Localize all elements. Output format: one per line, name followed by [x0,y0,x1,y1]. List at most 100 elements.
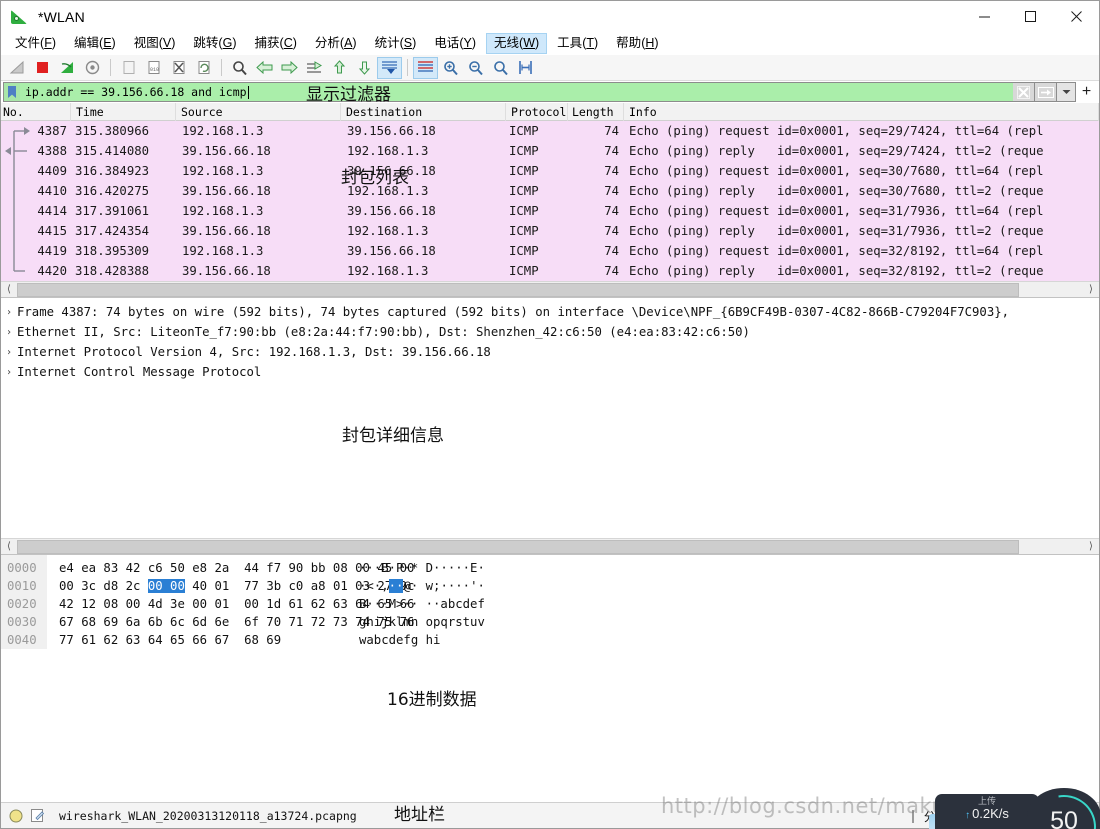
menu-item-telephony[interactable]: 电话(Y) [426,33,484,54]
menu-item-edit[interactable]: 编辑(E) [66,33,124,54]
bookmark-icon[interactable] [3,82,20,102]
column-header-info[interactable]: Info [624,103,1099,121]
find-packet-icon[interactable] [227,57,252,79]
column-header-source[interactable]: Source [176,103,341,121]
scroll-left-icon[interactable]: ⟨ [1,539,17,555]
start-capture-icon[interactable] [5,57,30,79]
table-row[interactable]: 4414 317.391061 192.168.1.3 39.156.66.18… [1,201,1099,221]
wireshark-window: *WLAN 文件(F) 编辑(E) 视图(V) 跳转(G) 捕获(C) 分析(A… [0,0,1100,829]
chevron-right-icon[interactable]: › [1,347,17,358]
scroll-right-icon[interactable]: ⟩ [1083,539,1099,555]
menu-item-tools[interactable]: 工具(T) [549,33,606,54]
cell-source: 39.156.66.18 [182,224,271,238]
menu-item-wireless[interactable]: 无线(W) [486,33,548,54]
column-header-time[interactable]: Time [71,103,176,121]
add-filter-button[interactable]: + [1076,82,1097,102]
menu-item-file-label: 文件 [15,36,41,50]
tree-row-frame[interactable]: › Frame 4387: 74 bytes on wire (592 bits… [1,302,1099,322]
menu-item-statistics[interactable]: 统计(S) [367,33,425,54]
table-row[interactable]: 4388 315.414080 39.156.66.18 192.168.1.3… [1,141,1099,161]
table-row[interactable]: 4420 318.428388 39.156.66.18 192.168.1.3… [1,261,1099,281]
reload-file-icon[interactable] [191,57,216,79]
hex-line[interactable]: e4 ea 83 42 c6 50 e8 2a 44 f7 90 bb 08 0… [59,559,485,577]
cell-info: Echo (ping) request id=0x0001, seq=31/793… [624,201,1044,221]
hscrollbar-track[interactable] [17,281,1083,297]
stop-capture-icon[interactable] [30,57,55,79]
hex-dump: 0000 0010 0020 0030 0040 e4 ea 83 42 c6 … [1,555,1099,649]
column-header-destination[interactable]: Destination [341,103,506,121]
go-first-packet-icon[interactable] [327,57,352,79]
hex-line[interactable]: 77 61 62 63 64 65 66 67 68 69 wabcdefg hi [59,631,485,649]
menu-item-help[interactable]: 帮助(H) [608,33,666,54]
chevron-right-icon[interactable]: › [1,307,17,318]
chevron-right-icon[interactable]: › [1,327,17,338]
column-header-no[interactable]: No. [1,103,71,121]
zoom-out-icon[interactable] [463,57,488,79]
menu-item-analyze[interactable]: 分析(A) [307,33,365,54]
hex-ascii: B···M>·· ··abcdef [359,597,485,611]
close-button[interactable] [1053,1,1099,32]
packet-list-hscrollbar[interactable]: ⟨ ⟩ [1,281,1099,297]
hex-ascii-selected[interactable]: ·· [388,579,404,593]
hex-line[interactable]: 67 68 69 6a 6b 6c 6d 6e 6f 70 71 72 73 7… [59,613,485,631]
hscrollbar-track[interactable] [17,538,1083,554]
packets-label: 分组: [923,809,952,824]
zoom-in-icon[interactable] [438,57,463,79]
go-to-packet-icon[interactable] [302,57,327,79]
table-row[interactable]: 4415 317.424354 39.156.66.18 192.168.1.3… [1,221,1099,241]
go-last-packet-icon[interactable] [352,57,377,79]
scroll-right-icon[interactable]: ⟩ [1083,282,1099,298]
display-filter-input[interactable]: ip.addr == 39.156.66.18 and icmp [20,82,1013,102]
maximize-button[interactable] [1007,1,1053,32]
yellow-circle-icon[interactable] [9,809,23,823]
hex-ascii: ghijklmn opqrstuv [359,615,485,629]
menu-item-analyze-accel: A [344,36,353,50]
capture-properties-icon[interactable] [30,808,45,823]
toolbar-separator [110,59,111,76]
open-file-icon[interactable] [116,57,141,79]
zoom-reset-icon[interactable] [488,57,513,79]
filter-history-dropdown[interactable] [1057,82,1076,102]
menu-item-go[interactable]: 跳转(G) [185,33,244,54]
scroll-left-icon[interactable]: ⟨ [1,282,17,298]
tree-row-icmp[interactable]: › Internet Control Message Protocol [1,362,1099,382]
capture-options-icon[interactable] [80,57,105,79]
clear-filter-button[interactable] [1013,82,1035,102]
apply-filter-button[interactable] [1035,82,1057,102]
table-row[interactable]: 4419 318.395309 192.168.1.3 39.156.66.18… [1,241,1099,261]
menu-item-capture[interactable]: 捕获(C) [247,33,305,54]
go-forward-icon[interactable] [277,57,302,79]
go-back-icon[interactable] [252,57,277,79]
minimize-button[interactable] [961,1,1007,32]
cell-protocol: ICMP [509,224,539,238]
tree-row-ethernet[interactable]: › Ethernet II, Src: LiteonTe_f7:90:bb (e… [1,322,1099,342]
close-file-icon[interactable] [166,57,191,79]
menu-item-file[interactable]: 文件(F) [7,33,64,54]
cell-destination: 192.168.1.3 [347,264,429,278]
packet-details-hscrollbar[interactable]: ⟨ ⟩ [1,538,1099,554]
cell-destination: 39.156.66.18 [347,164,436,178]
column-header-protocol[interactable]: Protocol [506,103,568,121]
table-row[interactable]: 4387 315.380966 192.168.1.3 39.156.66.18… [1,121,1099,141]
hex-line[interactable]: 00 3c d8 2c 00 00 40 01 77 3b c0 a8 01 0… [59,577,485,595]
tree-row-ipv4[interactable]: › Internet Protocol Version 4, Src: 192.… [1,342,1099,362]
hex-selected-bytes[interactable]: 00 00 [147,579,185,593]
cell-protocol: ICMP [509,184,539,198]
colorize-packets-icon[interactable] [413,56,438,79]
cell-info: Echo (ping) reply id=0x0001, seq=29/7424,… [624,141,1044,161]
table-row[interactable]: 4409 316.384923 192.168.1.3 39.156.66.18… [1,161,1099,181]
resize-columns-icon[interactable] [513,57,538,79]
auto-scroll-icon[interactable] [377,56,402,79]
table-row[interactable]: 4410 316.420275 39.156.66.18 192.168.1.3… [1,181,1099,201]
menu-item-edit-label: 编辑 [74,36,100,50]
cell-length: 74 [604,164,619,178]
hscrollbar-thumb[interactable] [17,282,1020,297]
menu-item-view[interactable]: 视图(V) [126,33,184,54]
hscrollbar-thumb[interactable] [17,539,1020,554]
chevron-right-icon[interactable]: › [1,367,17,378]
restart-capture-icon[interactable] [55,57,80,79]
cell-info-kind: Echo (ping) request [629,124,770,138]
hex-line[interactable]: 42 12 08 00 4d 3e 00 01 00 1d 61 62 63 6… [59,595,485,613]
column-header-length[interactable]: Length [568,103,624,121]
save-file-icon[interactable]: 010 [141,57,166,79]
